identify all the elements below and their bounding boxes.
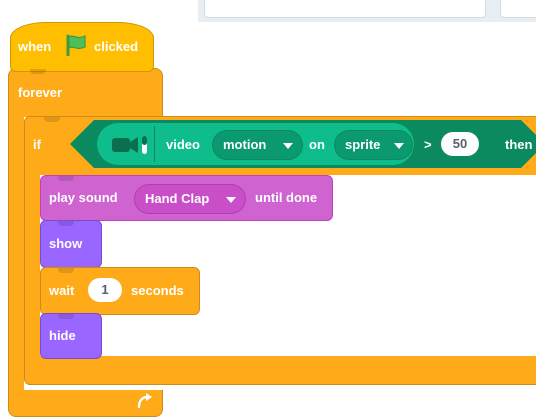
forever-label: forever xyxy=(18,85,63,100)
top-field-right xyxy=(500,0,536,18)
if-label: if xyxy=(33,137,41,152)
wait-label: wait xyxy=(49,283,75,298)
motion-dropdown[interactable]: motion xyxy=(212,130,303,160)
video-label: video xyxy=(166,137,200,152)
top-toolbar xyxy=(198,0,536,22)
video-sensing-icon xyxy=(112,136,147,154)
block-notch xyxy=(44,117,60,122)
hat-when-label: when xyxy=(18,39,52,54)
chevron-down-icon xyxy=(394,143,404,149)
forever-block-side xyxy=(8,115,24,393)
show-label: show xyxy=(49,236,83,251)
if-block-foot xyxy=(24,356,536,385)
loop-arrow-icon xyxy=(137,393,152,409)
until-done-label: until done xyxy=(255,190,318,205)
on-label: on xyxy=(309,137,325,152)
hat-clicked-label: clicked xyxy=(94,39,139,54)
if-block-side xyxy=(24,173,40,358)
seconds-label: seconds xyxy=(131,283,184,298)
play-sound-label: play sound xyxy=(49,190,118,205)
block-notch xyxy=(58,176,74,181)
green-flag-icon xyxy=(66,34,86,56)
sound-dropdown-value: Hand Clap xyxy=(145,191,210,206)
block-notch xyxy=(58,314,74,319)
chevron-down-icon xyxy=(226,197,236,203)
block-notch xyxy=(58,221,74,226)
threshold-input[interactable]: 50 xyxy=(441,132,479,156)
sprite-dropdown-value: sprite xyxy=(345,137,381,152)
sprite-dropdown[interactable]: sprite xyxy=(334,130,413,160)
greater-than-operator: > xyxy=(424,137,432,152)
chevron-down-icon xyxy=(283,143,293,149)
then-label: then xyxy=(505,137,533,152)
block-notch xyxy=(30,69,46,74)
hide-label: hide xyxy=(49,328,76,343)
sound-dropdown[interactable]: Hand Clap xyxy=(134,184,246,214)
divider xyxy=(154,126,155,162)
top-field xyxy=(204,0,486,18)
block-notch xyxy=(58,268,74,273)
wait-seconds-input[interactable]: 1 xyxy=(88,278,122,302)
motion-dropdown-value: motion xyxy=(223,137,267,152)
